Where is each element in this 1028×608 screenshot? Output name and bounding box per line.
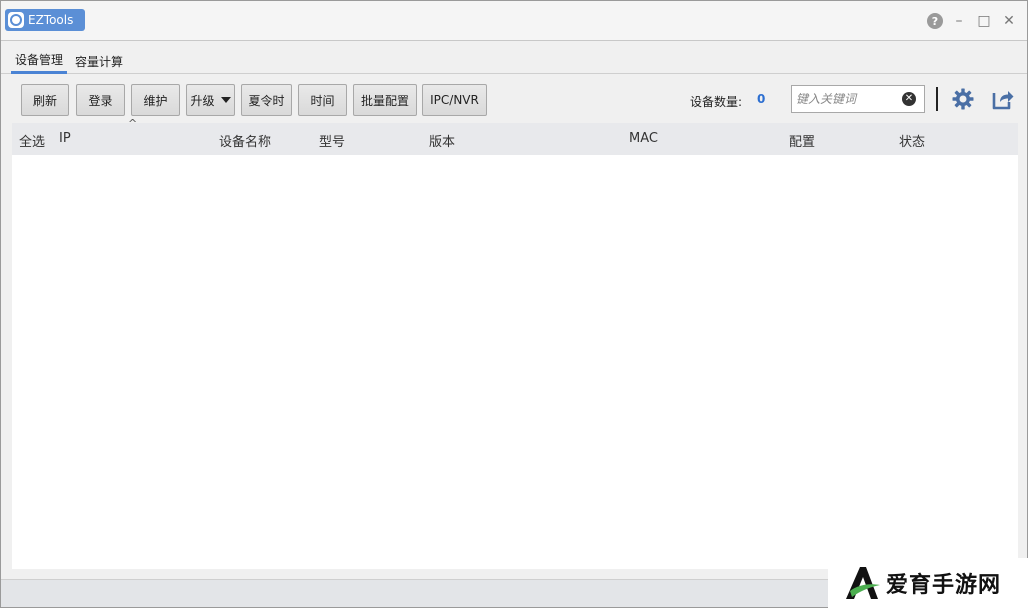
search-box: ✕ bbox=[791, 85, 925, 113]
upgrade-dropdown-button[interactable]: 升级 bbox=[186, 84, 235, 116]
sort-ascending-icon: ^ bbox=[128, 117, 138, 130]
column-config[interactable]: 配置 bbox=[789, 131, 815, 150]
login-button[interactable]: 登录 bbox=[76, 84, 125, 116]
table-header: 全选 IP ^ 设备名称 型号 版本 MAC 配置 状态 bbox=[12, 117, 1018, 155]
maximize-icon[interactable]: □ bbox=[976, 13, 992, 29]
refresh-button[interactable]: 刷新 bbox=[21, 84, 69, 116]
maintain-button[interactable]: 维护 bbox=[131, 84, 180, 116]
column-ip[interactable]: IP bbox=[59, 131, 71, 146]
help-icon[interactable]: ? bbox=[927, 13, 943, 29]
app-logo-icon bbox=[8, 12, 24, 28]
clear-search-icon[interactable]: ✕ bbox=[902, 92, 916, 106]
device-count-label: 设备数量: bbox=[690, 95, 743, 109]
tab-bar: 设备管理 容量计算 bbox=[1, 42, 1027, 74]
tab-device-management[interactable]: 设备管理 bbox=[11, 48, 67, 74]
column-version[interactable]: 版本 bbox=[429, 131, 455, 150]
column-mac[interactable]: MAC bbox=[629, 131, 658, 146]
dst-button[interactable]: 夏令时 bbox=[241, 84, 292, 116]
batch-config-button[interactable]: 批量配置 bbox=[353, 84, 417, 116]
toolbar-divider bbox=[936, 87, 938, 111]
device-count-value: 0 bbox=[757, 92, 766, 106]
column-device-name[interactable]: 设备名称 bbox=[219, 131, 271, 150]
device-table: 全选 IP ^ 设备名称 型号 版本 MAC 配置 状态 bbox=[12, 117, 1018, 569]
ipc-nvr-button[interactable]: IPC/NVR bbox=[422, 84, 487, 116]
app-title-badge: EZTools bbox=[5, 9, 85, 31]
watermark-text: 爱育手游网 bbox=[886, 573, 1002, 598]
export-icon[interactable] bbox=[991, 87, 1015, 111]
column-model[interactable]: 型号 bbox=[319, 131, 345, 150]
column-status[interactable]: 状态 bbox=[899, 131, 925, 150]
caret-down-icon bbox=[220, 97, 231, 103]
app-title: EZTools bbox=[28, 13, 74, 27]
minimize-icon[interactable]: – bbox=[951, 13, 967, 29]
upgrade-label: 升级 bbox=[190, 93, 215, 108]
title-bar: EZTools ? – □ ✕ bbox=[1, 1, 1027, 41]
watermark: 爱育手游网 bbox=[828, 558, 1028, 608]
close-icon[interactable]: ✕ bbox=[1001, 13, 1017, 29]
app-window: EZTools ? – □ ✕ 设备管理 容量计算 刷新 登录 维护 升级 夏令… bbox=[0, 0, 1028, 608]
time-button[interactable]: 时间 bbox=[298, 84, 347, 116]
search-input[interactable] bbox=[796, 90, 900, 108]
tab-capacity-calculation[interactable]: 容量计算 bbox=[71, 48, 127, 74]
column-select-all[interactable]: 全选 bbox=[19, 131, 45, 150]
toolbar: 刷新 登录 维护 升级 夏令时 时间 批量配置 IPC/NVR 设备数量: 0 … bbox=[1, 75, 1027, 123]
settings-icon[interactable] bbox=[951, 87, 975, 111]
watermark-logo-icon bbox=[846, 567, 880, 599]
